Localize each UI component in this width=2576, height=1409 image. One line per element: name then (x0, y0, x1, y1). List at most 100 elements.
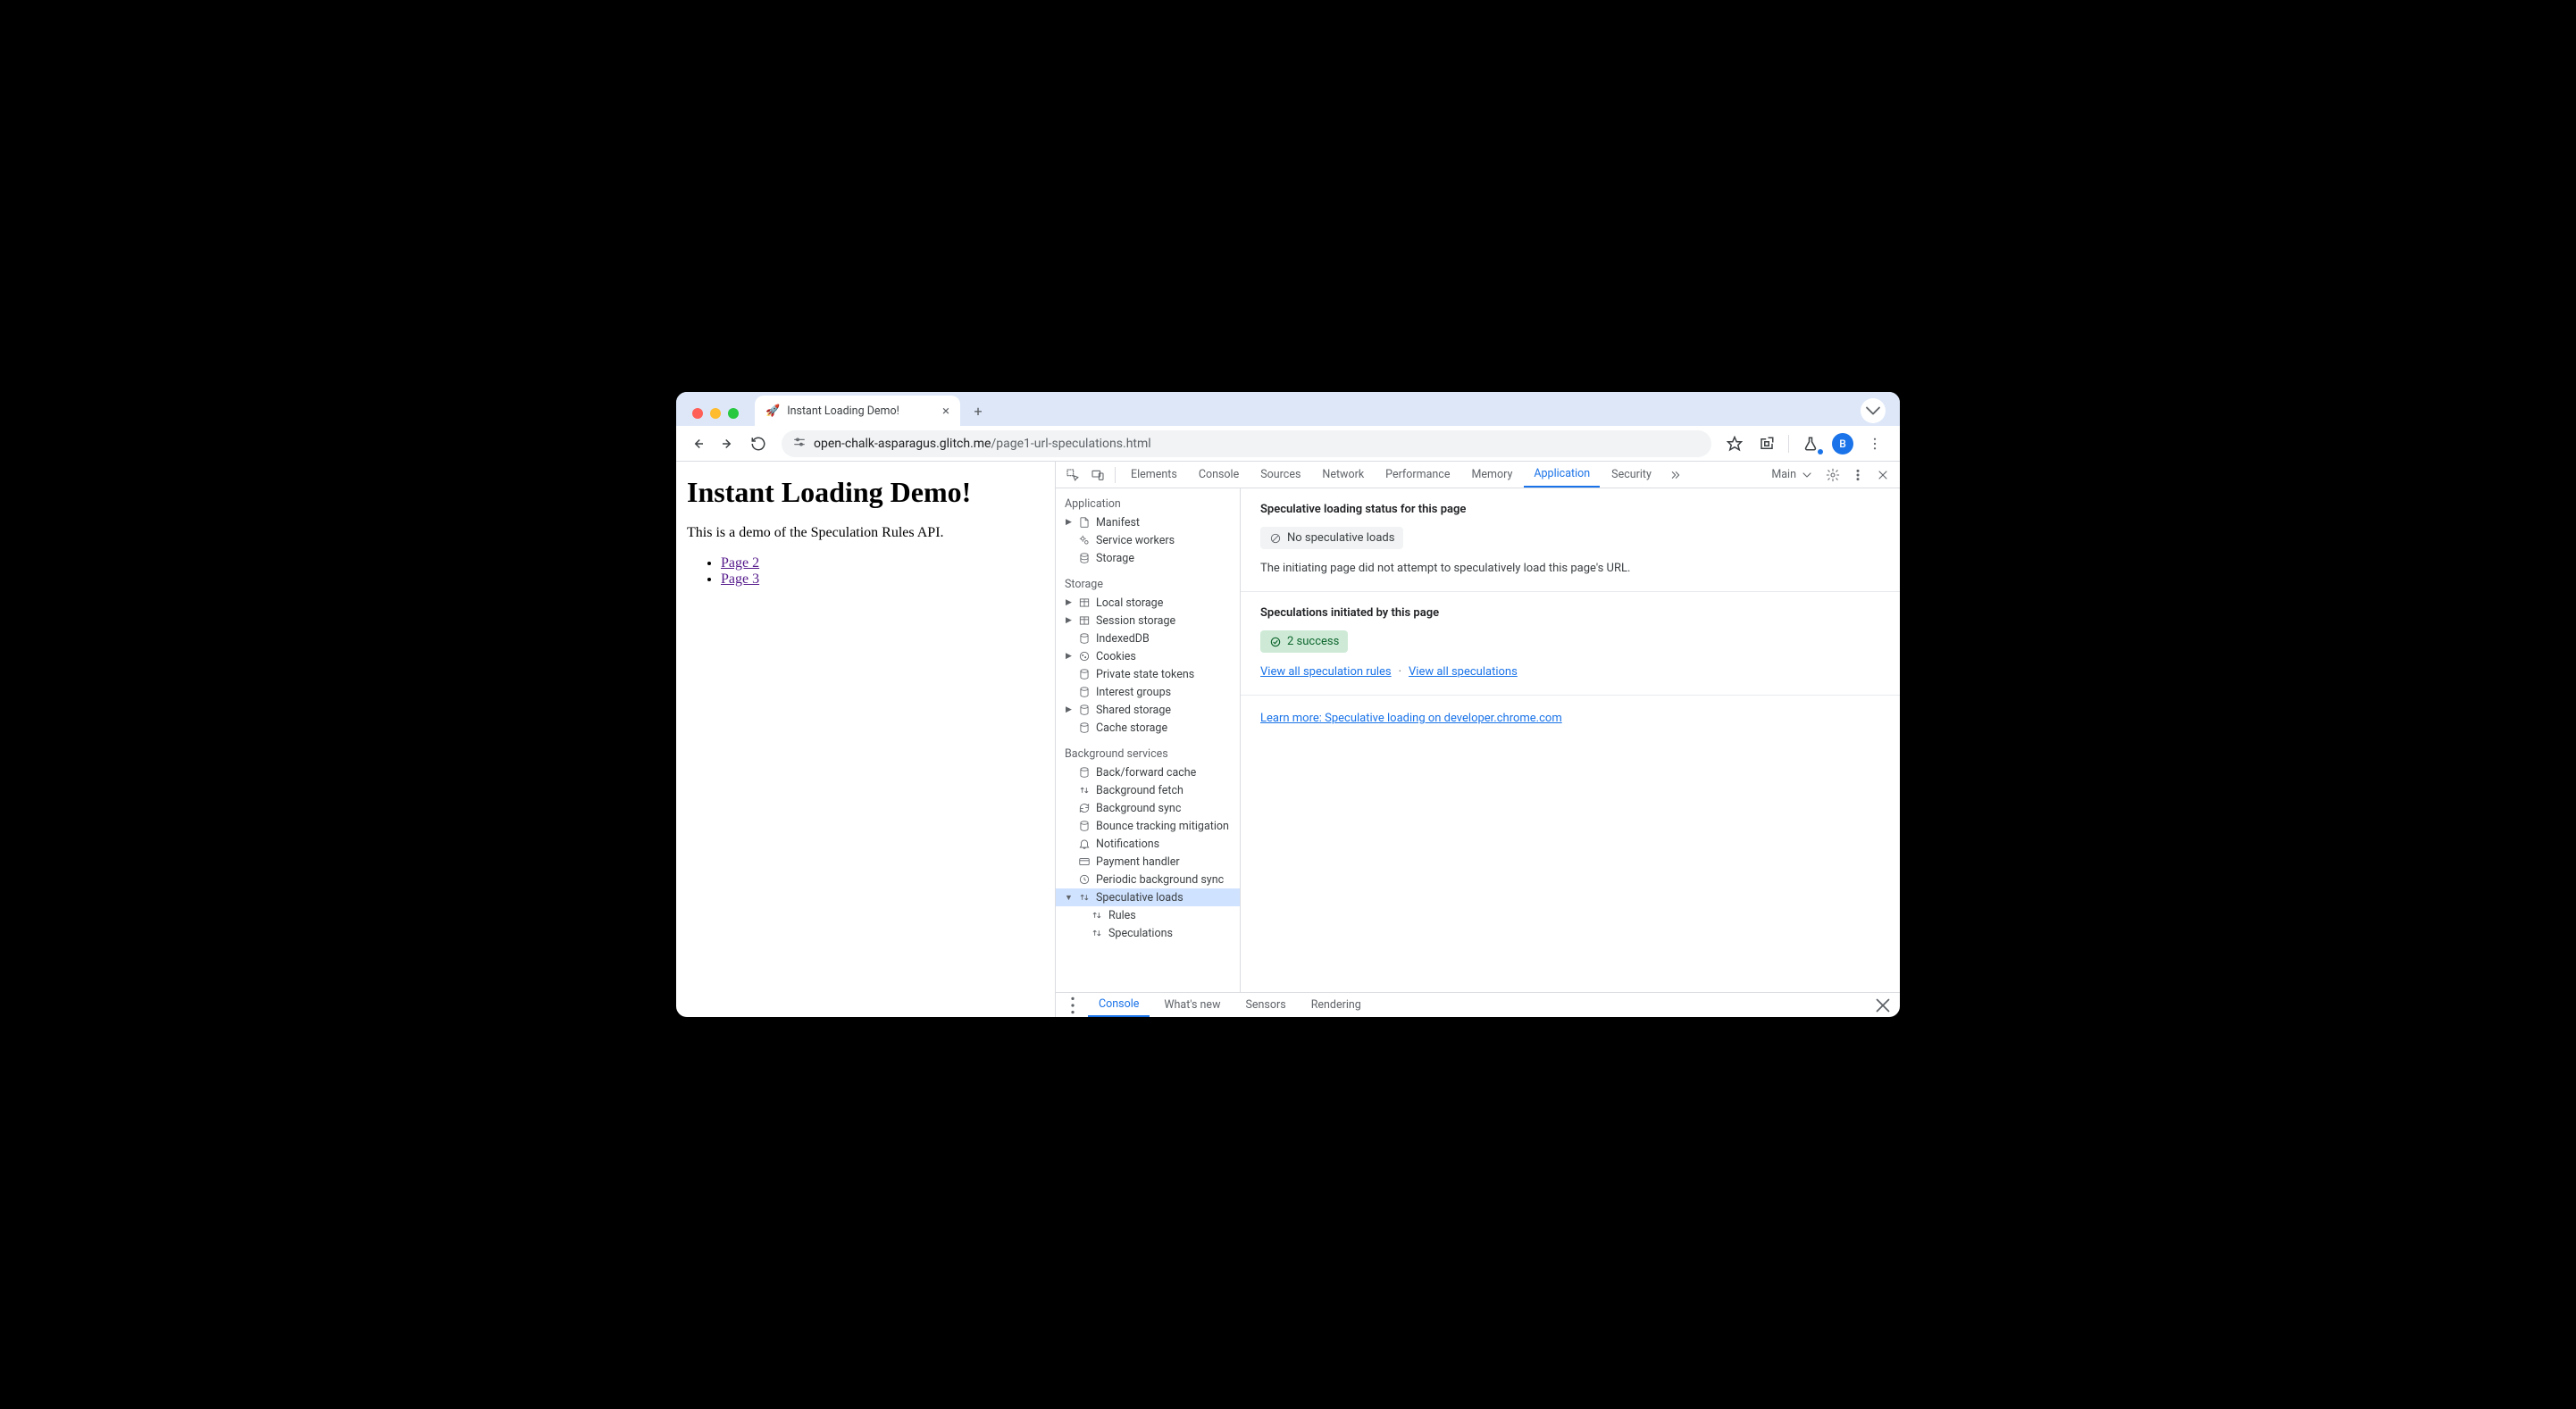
sidebar-item-speculative-loads[interactable]: ▼Speculative loads (1056, 888, 1240, 906)
url-text: open-chalk-asparagus.glitch.me/page1-url… (814, 437, 1151, 451)
extensions-button[interactable] (1752, 429, 1781, 458)
sidebar-item-local-storage[interactable]: ▶Local storage (1056, 594, 1240, 612)
sidebar-item-indexeddb[interactable]: IndexedDB (1056, 629, 1240, 647)
drawer-tab-rendering[interactable]: Rendering (1301, 993, 1372, 1017)
devtools-tab-network[interactable]: Network (1312, 462, 1374, 488)
drawer-tab-console[interactable]: Console (1088, 993, 1150, 1017)
sidebar-section-title: Application (1056, 494, 1240, 513)
browser-tab[interactable]: 🚀 Instant Loading Demo! × (755, 396, 960, 426)
view-speculations-link[interactable]: View all speculations (1409, 665, 1518, 679)
devtools-tab-memory[interactable]: Memory (1461, 462, 1522, 488)
separator: · (1399, 665, 1401, 679)
database-icon (1077, 685, 1091, 699)
success-badge: 2 success (1260, 630, 1348, 653)
inspect-element-icon[interactable] (1061, 463, 1084, 487)
tab-strip: 🚀 Instant Loading Demo! × + (676, 392, 1900, 426)
avatar: B (1832, 433, 1853, 454)
tab-overflow-button[interactable] (1861, 398, 1886, 423)
sidebar-item-speculations[interactable]: Speculations (1056, 924, 1240, 942)
devtools-tab-elements[interactable]: Elements (1121, 462, 1187, 488)
maximize-window-button[interactable] (728, 408, 739, 419)
experiments-button[interactable] (1796, 429, 1825, 458)
database-icon (1077, 551, 1091, 565)
database-icon (1077, 819, 1091, 833)
sidebar-item-private-tokens[interactable]: Private state tokens (1056, 665, 1240, 683)
devtools-tabs: Elements Console Sources Network Perform… (1056, 462, 1900, 488)
page-intro: This is a demo of the Speculation Rules … (687, 525, 1044, 541)
profile-button[interactable]: B (1828, 429, 1857, 458)
sidebar-item-bg-sync[interactable]: Background sync (1056, 799, 1240, 817)
settings-icon[interactable] (1821, 463, 1844, 487)
site-settings-icon[interactable] (792, 435, 807, 453)
updown-icon (1090, 908, 1104, 922)
devtools-more-tabs-icon[interactable] (1663, 463, 1686, 487)
device-toolbar-icon[interactable] (1086, 463, 1109, 487)
sidebar-item-storage[interactable]: Storage (1056, 549, 1240, 567)
card-icon (1077, 855, 1091, 869)
traffic-lights (685, 408, 746, 426)
devtools-tab-application[interactable]: Application (1524, 462, 1600, 488)
sidebar-item-cache-storage[interactable]: Cache storage (1056, 719, 1240, 737)
database-icon (1077, 631, 1091, 646)
page-link[interactable]: Page 3 (721, 571, 759, 587)
page-link[interactable]: Page 2 (721, 555, 759, 571)
tab-favicon: 🚀 (765, 404, 780, 418)
page-heading: Instant Loading Demo! (687, 476, 1044, 509)
view-rules-link[interactable]: View all speculation rules (1260, 665, 1392, 679)
back-button[interactable] (683, 429, 712, 458)
reload-button[interactable] (744, 429, 773, 458)
sidebar-item-cookies[interactable]: ▶Cookies (1056, 647, 1240, 665)
sidebar-item-notifications[interactable]: Notifications (1056, 835, 1240, 853)
devtools-tab-security[interactable]: Security (1602, 462, 1661, 488)
sidebar-item-shared-storage[interactable]: ▶Shared storage (1056, 701, 1240, 719)
file-icon (1077, 515, 1091, 529)
database-icon (1077, 703, 1091, 717)
sidebar-section-title: Background services (1056, 744, 1240, 763)
sidebar-item-bfcache[interactable]: Back/forward cache (1056, 763, 1240, 781)
sidebar-item-rules[interactable]: Rules (1056, 906, 1240, 924)
forward-button[interactable] (714, 429, 742, 458)
tab-title: Instant Loading Demo! (787, 404, 935, 418)
sidebar-item-service-workers[interactable]: Service workers (1056, 531, 1240, 549)
sync-icon (1077, 801, 1091, 815)
learn-more-link[interactable]: Learn more: Speculative loading on devel… (1260, 712, 1562, 725)
minimize-window-button[interactable] (710, 408, 721, 419)
bell-icon (1077, 837, 1091, 851)
gears-icon (1077, 533, 1091, 547)
devtools-panel: Elements Console Sources Network Perform… (1056, 462, 1900, 1017)
sidebar-item-payment[interactable]: Payment handler (1056, 853, 1240, 871)
sidebar-item-bounce[interactable]: Bounce tracking mitigation (1056, 817, 1240, 835)
status-text: The initiating page did not attempt to s… (1260, 562, 1880, 575)
drawer-tab-whatsnew[interactable]: What's new (1153, 993, 1231, 1017)
frame-selector[interactable]: Main (1766, 468, 1819, 482)
drawer-menu-icon[interactable] (1061, 994, 1084, 1017)
database-icon (1077, 765, 1091, 780)
devtools-tab-performance[interactable]: Performance (1376, 462, 1459, 488)
close-devtools-icon[interactable] (1871, 463, 1894, 487)
sidebar-item-interest-groups[interactable]: Interest groups (1056, 683, 1240, 701)
sidebar-item-bg-fetch[interactable]: Background fetch (1056, 781, 1240, 799)
check-circle-icon (1269, 636, 1282, 648)
address-bar[interactable]: open-chalk-asparagus.glitch.me/page1-url… (782, 430, 1711, 457)
application-main: Speculative loading status for this page… (1241, 488, 1900, 992)
clock-icon (1077, 872, 1091, 887)
sidebar-item-periodic-sync[interactable]: Periodic background sync (1056, 871, 1240, 888)
drawer-tab-sensors[interactable]: Sensors (1234, 993, 1296, 1017)
table-icon (1077, 613, 1091, 628)
devtools-tab-console[interactable]: Console (1189, 462, 1249, 488)
status-badge: No speculative loads (1260, 527, 1403, 549)
updown-icon (1077, 783, 1091, 797)
sidebar-item-manifest[interactable]: ▶Manifest (1056, 513, 1240, 531)
rendered-page: Instant Loading Demo! This is a demo of … (676, 462, 1056, 1017)
browser-window: 🚀 Instant Loading Demo! × + open-chalk-a… (676, 392, 1900, 1017)
devtools-menu-icon[interactable] (1846, 463, 1869, 487)
close-window-button[interactable] (692, 408, 703, 419)
sidebar-item-session-storage[interactable]: ▶Session storage (1056, 612, 1240, 629)
new-tab-button[interactable]: + (966, 398, 991, 423)
tab-close-icon[interactable]: × (942, 403, 949, 419)
chrome-menu-button[interactable] (1861, 429, 1889, 458)
devtools-tab-sources[interactable]: Sources (1250, 462, 1310, 488)
close-drawer-icon[interactable] (1871, 994, 1894, 1017)
table-icon (1077, 596, 1091, 610)
bookmark-button[interactable] (1720, 429, 1749, 458)
